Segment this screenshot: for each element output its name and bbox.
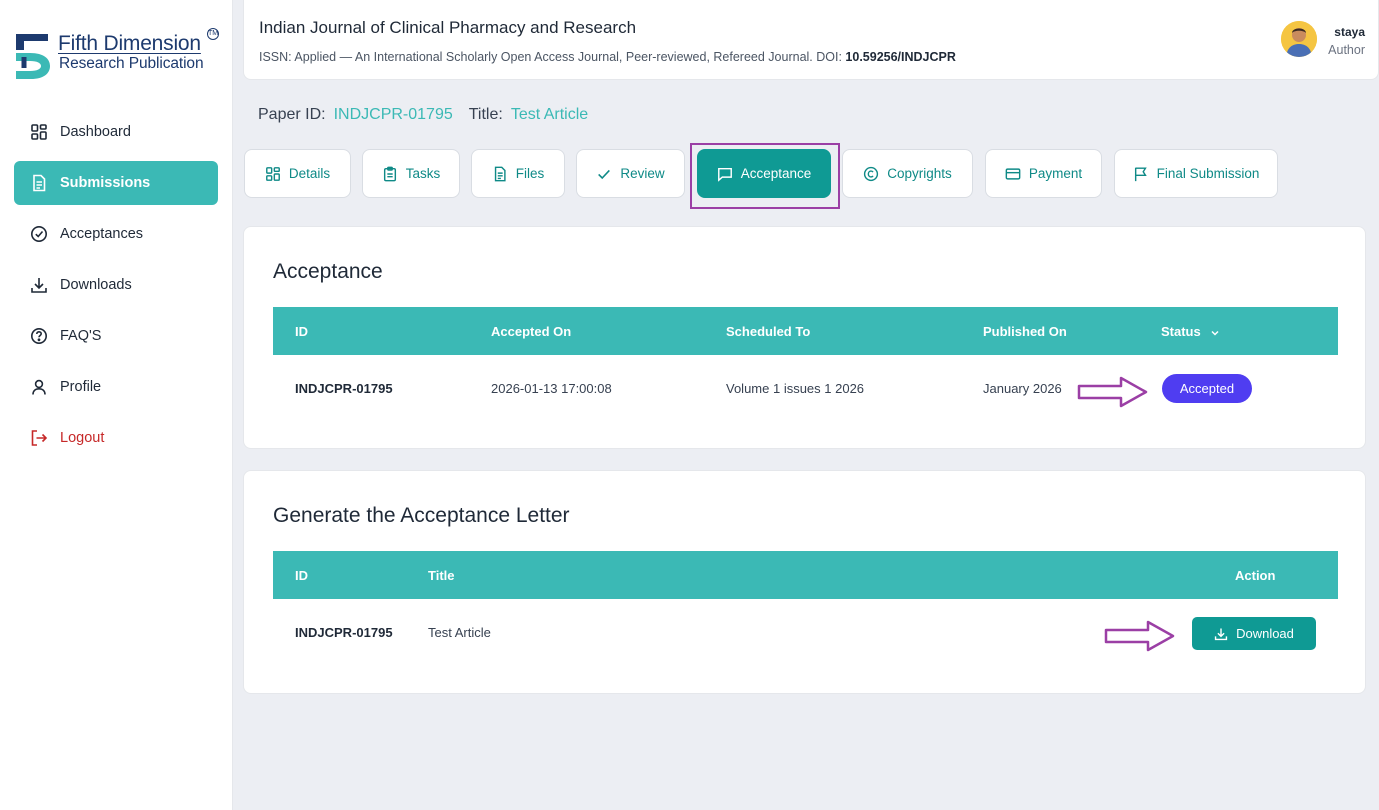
- tab-details[interactable]: Details: [244, 149, 351, 198]
- brand-tagline: Research Publication: [59, 55, 204, 72]
- tab-label: Files: [515, 166, 545, 181]
- user-role: Author: [1328, 43, 1365, 57]
- credit-card-icon: [1005, 166, 1021, 182]
- acceptance-table-header: ID Accepted On Scheduled To Published On…: [273, 307, 1338, 355]
- row-accepted-on: 2026-01-13 17:00:08: [491, 381, 612, 396]
- status-header-label: Status: [1161, 324, 1201, 339]
- row-title: Test Article: [428, 625, 491, 640]
- tab-copyrights[interactable]: Copyrights: [842, 149, 973, 198]
- sidebar-item-label: Submissions: [60, 175, 151, 191]
- file-icon: [492, 166, 508, 182]
- tab-final-submission[interactable]: Final Submission: [1114, 149, 1278, 198]
- check-circle-icon: [30, 225, 48, 243]
- sidebar-item-submissions[interactable]: Submissions: [14, 161, 218, 205]
- tab-label: Review: [620, 166, 665, 181]
- row-id: INDJCPR-01795: [295, 625, 393, 640]
- sidebar-item-logout[interactable]: Logout: [14, 416, 218, 460]
- user-name: staya: [1334, 25, 1365, 39]
- row-scheduled-to: Volume 1 issues 1 2026: [726, 381, 865, 396]
- acceptance-title: Acceptance: [273, 260, 383, 283]
- sidebar-item-label: Dashboard: [60, 124, 131, 140]
- flag-icon: [1133, 166, 1149, 182]
- annotation-arrow-icon: [1077, 376, 1148, 408]
- copyright-icon: [863, 166, 879, 182]
- grid-icon: [30, 123, 48, 141]
- journal-doi: 10.59256/INDJCPR: [845, 50, 956, 64]
- chevron-down-icon: [1211, 330, 1219, 336]
- download-button[interactable]: Download: [1192, 617, 1316, 650]
- table-row: INDJCPR-01795 Test Article Download: [273, 599, 1338, 665]
- download-icon: [1214, 627, 1228, 641]
- column-header-action: Action: [1235, 568, 1276, 583]
- paper-id-label: Paper ID:: [258, 106, 326, 123]
- paper-info: Paper ID: INDJCPR-01795 Title: Test Article: [258, 106, 604, 124]
- brand-logo[interactable]: Fifth Dimension Research Publication TM: [14, 28, 224, 84]
- sidebar-item-profile[interactable]: Profile: [14, 365, 218, 409]
- row-id: INDJCPR-01795: [295, 381, 393, 396]
- brand-name: Fifth Dimension: [58, 32, 201, 55]
- annotation-arrow-icon: [1104, 620, 1175, 652]
- tab-files[interactable]: Files: [471, 149, 565, 198]
- acceptance-letter-card: Generate the Acceptance Letter ID Title …: [243, 470, 1366, 694]
- sidebar-item-acceptances[interactable]: Acceptances: [14, 212, 218, 256]
- check-icon: [596, 166, 612, 182]
- annotation-highlight-box: [690, 143, 840, 209]
- tab-label: Payment: [1028, 166, 1083, 181]
- journal-title: Indian Journal of Clinical Pharmacy and …: [259, 18, 637, 37]
- sidebar-item-dashboard[interactable]: Dashboard: [14, 110, 218, 154]
- sidebar-item-faq[interactable]: FAQ'S: [14, 314, 218, 358]
- tab-label: Copyrights: [887, 166, 952, 181]
- acceptance-letter-title: Generate the Acceptance Letter: [273, 504, 570, 527]
- logo-mark-icon: [16, 34, 50, 79]
- sidebar-item-label: Acceptances: [60, 226, 144, 242]
- acceptance-card: Acceptance ID Accepted On Scheduled To P…: [243, 226, 1366, 449]
- trademark-mark: TM: [207, 28, 219, 40]
- paper-id-value: INDJCPR-01795: [333, 106, 453, 123]
- tab-label: Tasks: [405, 166, 441, 181]
- journal-subtitle: ISSN: Applied — An International Scholar…: [259, 50, 956, 64]
- sidebar-item-label: Profile: [60, 379, 102, 395]
- sidebar-item-label: Downloads: [60, 277, 132, 293]
- sidebar-nav: Dashboard Submissions Acceptances Downlo…: [14, 110, 218, 467]
- tab-label: Final Submission: [1156, 166, 1260, 181]
- letter-table-header: ID Title Action: [273, 551, 1338, 599]
- grid-icon: [265, 166, 281, 182]
- download-button-label: Download: [1236, 626, 1294, 641]
- column-header-accepted-on: Accepted On: [491, 324, 572, 339]
- clipboard-icon: [382, 166, 398, 182]
- sidebar-item-label: Logout: [60, 430, 105, 446]
- column-header-published-on: Published On: [983, 324, 1067, 339]
- row-published-on: January 2026: [983, 381, 1062, 396]
- paper-title-value: Test Article: [510, 106, 589, 123]
- sidebar-item-downloads[interactable]: Downloads: [14, 263, 218, 307]
- avatar[interactable]: [1281, 21, 1317, 57]
- paper-title-label: Title:: [468, 106, 503, 123]
- sidebar-item-label: FAQ'S: [60, 328, 102, 344]
- column-header-title: Title: [428, 568, 455, 583]
- column-header-id: ID: [295, 324, 308, 339]
- help-circle-icon: [30, 327, 48, 345]
- page-header: Indian Journal of Clinical Pharmacy and …: [243, 0, 1379, 80]
- column-header-status[interactable]: Status: [1161, 324, 1220, 339]
- document-icon: [30, 174, 48, 192]
- column-header-id: ID: [295, 568, 308, 583]
- journal-issn-text: ISSN: Applied — An International Scholar…: [259, 50, 846, 64]
- tab-payment[interactable]: Payment: [985, 149, 1102, 198]
- table-row: INDJCPR-01795 2026-01-13 17:00:08 Volume…: [273, 355, 1338, 421]
- sidebar: Fifth Dimension Research Publication TM …: [0, 0, 233, 810]
- download-icon: [30, 276, 48, 294]
- column-header-scheduled-to: Scheduled To: [726, 324, 811, 339]
- tab-label: Details: [288, 166, 331, 181]
- user-icon: [30, 378, 48, 396]
- status-badge: Accepted: [1162, 374, 1252, 403]
- tab-tasks[interactable]: Tasks: [362, 149, 460, 198]
- logout-icon: [30, 429, 48, 447]
- tab-review[interactable]: Review: [576, 149, 685, 198]
